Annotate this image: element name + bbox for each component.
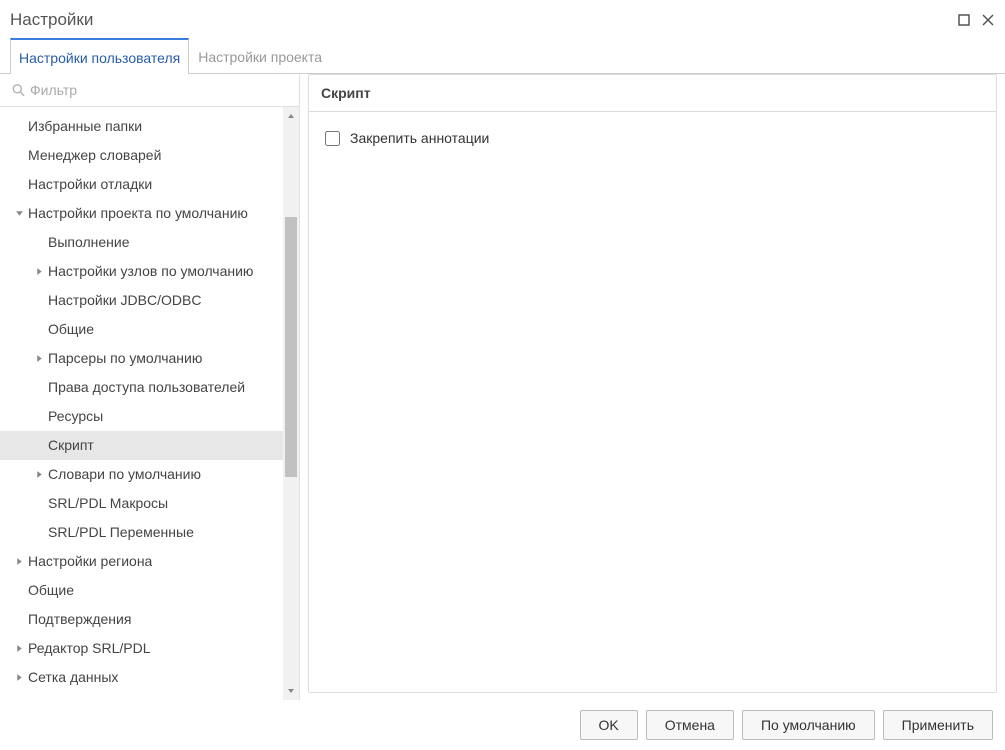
close-icon[interactable] (981, 13, 995, 27)
tree-item-label: Выполнение (48, 233, 129, 252)
tree-item[interactable]: Подтверждения (0, 605, 283, 634)
tree-item-label: Парсеры по умолчанию (48, 349, 202, 368)
tree-item[interactable]: Выполнение (0, 228, 283, 257)
tree-item-label: Настройки проекта по умолчанию (28, 204, 248, 223)
footer: OK Отмена По умолчанию Применить (0, 700, 1005, 750)
chevron-right-icon[interactable] (10, 673, 28, 682)
titlebar: Настройки (0, 0, 1005, 38)
tree-item[interactable]: Настройки региона (0, 547, 283, 576)
window-title: Настройки (10, 10, 957, 30)
maximize-icon[interactable] (957, 13, 971, 27)
cancel-button[interactable]: Отмена (646, 710, 734, 740)
scrollbar[interactable] (283, 107, 299, 700)
chevron-right-icon[interactable] (10, 557, 28, 566)
chevron-right-icon[interactable] (30, 354, 48, 363)
tree-item[interactable]: Настройки JDBC/ODBC (0, 286, 283, 315)
pin-annotations-label: Закрепить аннотации (350, 130, 489, 146)
tree-item-label: Сетка данных (28, 668, 118, 687)
tree-item-label: Скрипт (28, 697, 74, 700)
tree-item-label: Настройки JDBC/ODBC (48, 291, 201, 310)
chevron-right-icon[interactable] (30, 470, 48, 479)
tree-item-label: Словари по умолчанию (48, 465, 201, 484)
tree-item[interactable]: Общие (0, 576, 283, 605)
tree-item[interactable]: Настройки узлов по умолчанию (0, 257, 283, 286)
tree-item[interactable]: Парсеры по умолчанию (0, 344, 283, 373)
pin-annotations-row[interactable]: Закрепить аннотации (325, 130, 980, 146)
tree-item-label: Подтверждения (28, 610, 131, 629)
tree-item-label: Общие (28, 581, 74, 600)
chevron-right-icon[interactable] (10, 644, 28, 653)
apply-button[interactable]: Применить (883, 710, 993, 740)
tab-project-settings[interactable]: Настройки проекта (189, 38, 331, 74)
pin-annotations-checkbox[interactable] (325, 131, 340, 146)
panel-title: Скрипт (309, 75, 996, 112)
tree-item-label: SRL/PDL Макросы (48, 494, 168, 513)
tree-item[interactable]: Настройки отладки (0, 170, 283, 199)
tree-item[interactable]: Права доступа пользователей (0, 373, 283, 402)
scrollbar-thumb[interactable] (285, 217, 297, 477)
filter-input[interactable] (0, 74, 299, 106)
tree-item-label: Редактор SRL/PDL (28, 639, 151, 658)
tree-item[interactable]: Настройки проекта по умолчанию (0, 199, 283, 228)
scroll-down-icon[interactable] (283, 682, 299, 700)
tree-item[interactable]: Избранные папки (0, 112, 283, 141)
tree-item-label: Менеджер словарей (28, 146, 161, 165)
tree-item-label: Ресурсы (48, 407, 103, 426)
default-button[interactable]: По умолчанию (742, 710, 875, 740)
tab-user-settings[interactable]: Настройки пользователя (10, 38, 189, 74)
ok-button[interactable]: OK (580, 710, 638, 740)
tree-item[interactable]: Скрипт (0, 692, 283, 700)
settings-tree: Избранные папки Менеджер словарей Настройк… (0, 107, 283, 700)
sidebar: Избранные папки Менеджер словарей Настройк… (0, 74, 300, 700)
tree-item-label: Права доступа пользователей (48, 378, 245, 397)
tree-item-label: SRL/PDL Переменные (48, 523, 194, 542)
tree-item[interactable]: Менеджер словарей (0, 141, 283, 170)
tree-item-label: Скрипт (48, 436, 94, 455)
tree-item-label: Настройки региона (28, 552, 152, 571)
tree-item[interactable]: SRL/PDL Переменные (0, 518, 283, 547)
tree-item[interactable]: SRL/PDL Макросы (0, 489, 283, 518)
tree-item[interactable]: Словари по умолчанию (0, 460, 283, 489)
tree-item[interactable]: Сетка данных (0, 663, 283, 692)
tree-item-label: Избранные папки (28, 117, 142, 136)
chevron-down-icon[interactable] (10, 209, 28, 218)
scroll-up-icon[interactable] (283, 107, 299, 125)
chevron-right-icon[interactable] (30, 267, 48, 276)
tabs: Настройки пользователя Настройки проекта (0, 38, 1005, 74)
tree-item[interactable]: Редактор SRL/PDL (0, 634, 283, 663)
tree-item-label: Настройки узлов по умолчанию (48, 262, 253, 281)
search-icon (12, 84, 25, 97)
tree-item[interactable]: Общие (0, 315, 283, 344)
tree-item-label: Общие (48, 320, 94, 339)
tree-item[interactable]: Скрипт (0, 431, 283, 460)
tree-item[interactable]: Ресурсы (0, 402, 283, 431)
main-panel: Скрипт Закрепить аннотации (300, 74, 1005, 700)
tree-item-label: Настройки отладки (28, 175, 152, 194)
